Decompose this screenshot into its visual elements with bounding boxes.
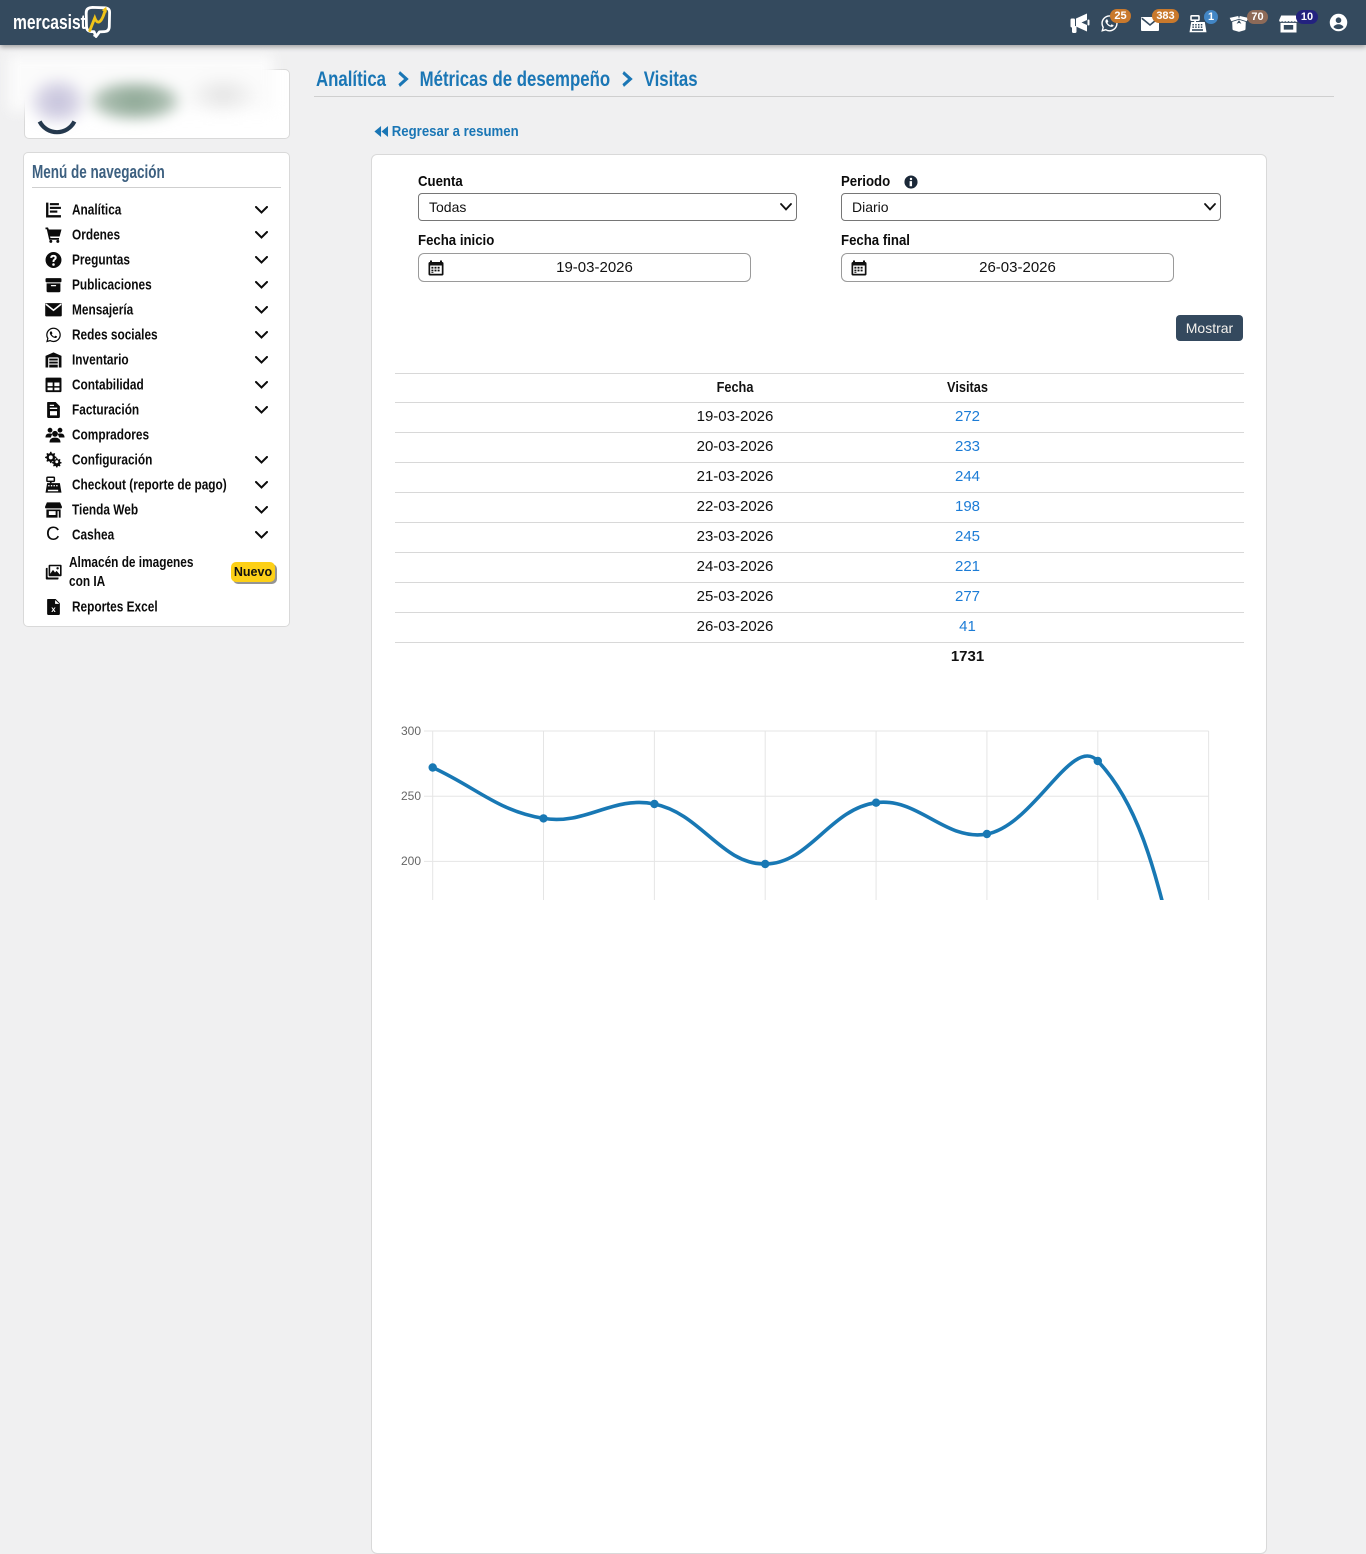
svg-text:250: 250 <box>401 789 421 803</box>
svg-text:x: x <box>51 605 56 614</box>
svg-text:200: 200 <box>401 854 421 868</box>
svg-text:300: 300 <box>401 724 421 738</box>
